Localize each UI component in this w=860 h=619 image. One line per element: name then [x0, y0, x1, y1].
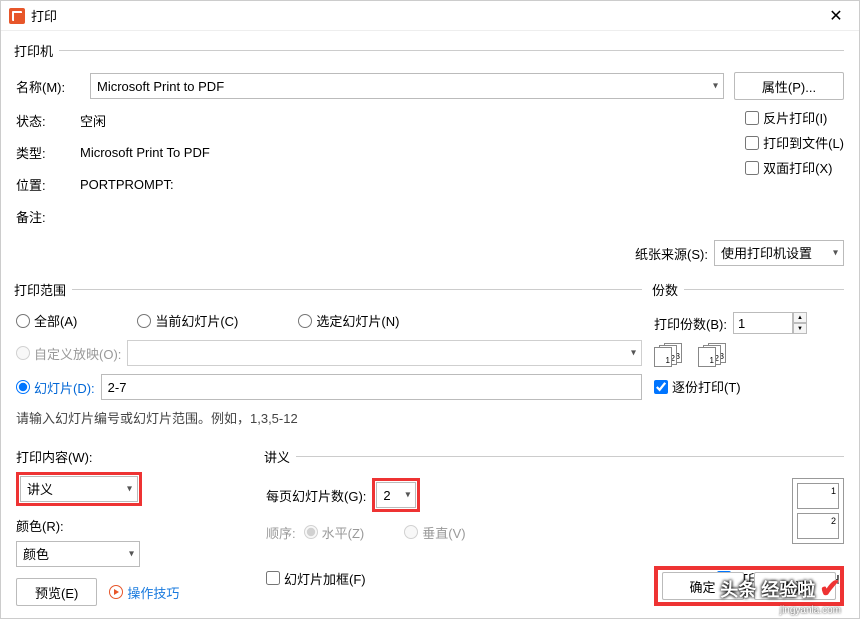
per-page-highlight: 2 [372, 478, 420, 512]
print-to-file-check[interactable]: 打印到文件(L) [745, 133, 844, 152]
range-custom-radio: 自定义放映(O): [16, 344, 121, 363]
properties-button[interactable]: 属性(P)... [734, 72, 844, 100]
print-range-group: 打印范围 全部(A) 当前幻灯片(C) 选定幻灯片(N) 自定义放映(O): 幻… [16, 280, 642, 433]
play-icon [109, 585, 123, 599]
per-page-select[interactable]: 2 [376, 482, 416, 508]
handout-preview-icon: 1 2 [792, 478, 844, 544]
handout-group: 讲义 每页幻灯片数(G): 2 顺序: 水平(Z) [266, 447, 844, 558]
type-label: 类型: [16, 143, 80, 162]
color-label: 颜色(R): [16, 516, 236, 535]
location-label: 位置: [16, 175, 80, 194]
copies-up[interactable]: ▲ [793, 312, 807, 323]
print-content-label: 打印内容(W): [16, 447, 236, 466]
reverse-print-check[interactable]: 反片打印(I) [745, 108, 844, 127]
print-dialog: 打印 ✕ 打印机 名称(M): Microsoft Print to PDF 属… [0, 0, 860, 619]
window-title: 打印 [31, 6, 821, 25]
custom-show-select [127, 340, 642, 366]
app-icon [9, 8, 25, 24]
copies-count-label: 打印份数(B): [654, 314, 727, 333]
cancel-button[interactable]: 取消 [754, 572, 836, 600]
copies-down[interactable]: ▼ [793, 323, 807, 334]
paper-source-label: 纸张来源(S): [635, 244, 708, 263]
ok-cancel-highlight: 确定 取消 [654, 566, 844, 606]
order-horizontal-radio: 水平(Z) [304, 523, 365, 542]
type-value: Microsoft Print To PDF [80, 145, 210, 160]
titlebar: 打印 ✕ [1, 1, 859, 31]
close-button[interactable]: ✕ [821, 6, 851, 26]
printer-group: 打印机 名称(M): Microsoft Print to PDF 属性(P).… [16, 41, 844, 272]
printer-name-label: 名称(M): [16, 77, 80, 96]
copies-legend: 份数 [652, 280, 684, 299]
color-select[interactable]: 颜色 [16, 541, 140, 567]
printer-name-select[interactable]: Microsoft Print to PDF [90, 73, 724, 99]
slides-range-input[interactable] [101, 374, 642, 400]
ok-button[interactable]: 确定 [662, 572, 744, 600]
handout-legend: 讲义 [264, 447, 296, 466]
comment-label: 备注: [16, 207, 80, 226]
tips-link[interactable]: 操作技巧 [109, 583, 179, 602]
collate-icon-123b: 321 [698, 343, 728, 369]
duplex-check[interactable]: 双面打印(X) [745, 158, 844, 177]
collate-check[interactable]: 逐份打印(T) [654, 377, 844, 396]
range-all-radio[interactable]: 全部(A) [16, 311, 77, 330]
range-hint: 请输入幻灯片编号或幻灯片范围。例如，1,3,5-12 [16, 408, 642, 427]
range-slides-radio[interactable]: 幻灯片(D): [16, 378, 95, 397]
range-legend: 打印范围 [14, 280, 72, 299]
print-content-select[interactable]: 讲义 [20, 476, 138, 502]
preview-button[interactable]: 预览(E) [16, 578, 97, 606]
collate-icon-123: 321 [654, 343, 684, 369]
copies-group: 份数 打印份数(B): ▲▼ 321 321 逐份打印(T) [654, 280, 844, 433]
range-selected-radio[interactable]: 选定幻灯片(N) [298, 311, 399, 330]
location-value: PORTPROMPT: [80, 177, 174, 192]
status-value: 空闲 [80, 111, 106, 130]
range-current-radio[interactable]: 当前幻灯片(C) [137, 311, 238, 330]
order-label: 顺序: [266, 523, 296, 542]
print-content-highlight: 讲义 [16, 472, 142, 506]
per-page-label: 每页幻灯片数(G): [266, 486, 366, 505]
copies-count-input[interactable] [733, 312, 793, 334]
printer-legend: 打印机 [14, 41, 59, 60]
status-label: 状态: [16, 111, 80, 130]
paper-source-select[interactable]: 使用打印机设置 [714, 240, 844, 266]
order-vertical-radio: 垂直(V) [404, 523, 465, 542]
